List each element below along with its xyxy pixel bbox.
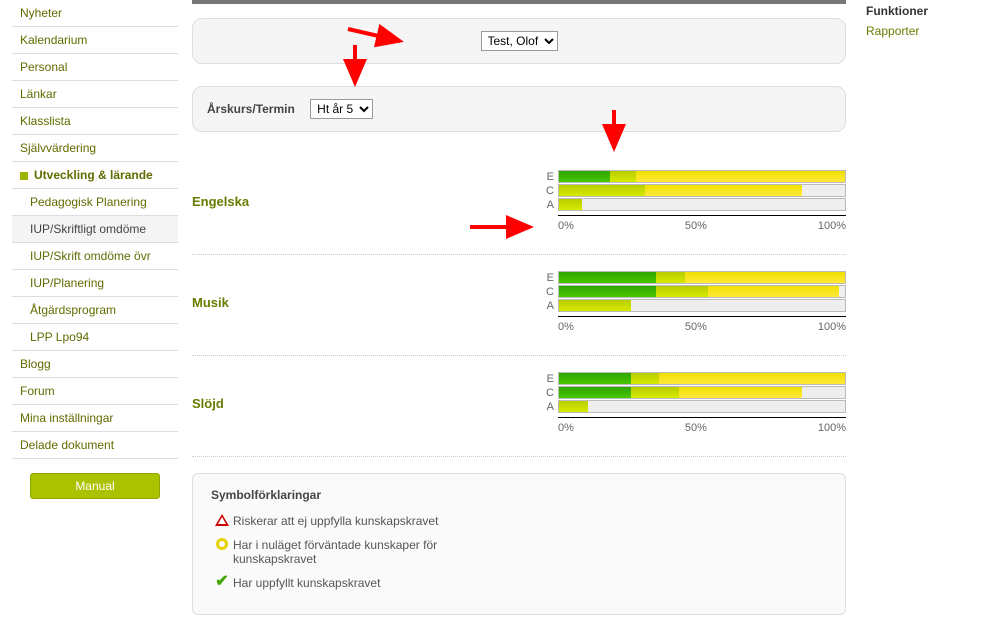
sidebar-item-6[interactable]: Utveckling & lärande [12, 162, 178, 189]
sidebar-item-0[interactable]: Nyheter [12, 0, 178, 27]
subject-chart: ECA0% 50% 100% [542, 170, 846, 232]
bar-row-label: C [542, 387, 558, 399]
legend-risk-text: Riskerar att ej uppfylla kunskapskravet [233, 514, 438, 528]
subject-name[interactable]: Slöjd [192, 396, 362, 411]
reports-link[interactable]: Rapporter [866, 24, 919, 38]
sidebar-item-1[interactable]: Kalendarium [12, 27, 178, 54]
bar-track [558, 386, 846, 399]
circle-icon [211, 538, 233, 550]
legend-expect-text: Har i nuläget förväntade kunskaper för k… [233, 538, 493, 566]
bar-row-label: C [542, 185, 558, 197]
axis-tick: 50% [685, 220, 707, 232]
manual-button[interactable]: Manual [30, 473, 160, 499]
subject-chart: ECA0% 50% 100% [542, 271, 846, 333]
functions-heading: Funktioner [866, 4, 976, 18]
student-select-panel: Test, Olof [192, 18, 846, 64]
main-content: Test, Olof Årskurs/Termin Ht år 5 Engels… [182, 0, 856, 615]
term-label: Årskurs/Termin [207, 102, 295, 116]
bar-track [558, 400, 846, 413]
axis-tick: 0% [558, 321, 574, 333]
subject-name[interactable]: Engelska [192, 194, 362, 209]
bar-row-label: A [542, 300, 558, 312]
sidebar-item-8[interactable]: IUP/Skriftligt omdöme [12, 216, 178, 243]
bar-track [558, 198, 846, 211]
subject-chart: ECA0% 50% 100% [542, 372, 846, 434]
subject-row: Slöjd ECA0% 50% 100% [192, 356, 846, 457]
sidebar-item-13[interactable]: Blogg [12, 351, 178, 378]
axis-tick: 100% [818, 321, 846, 333]
sidebar-item-14[interactable]: Forum [12, 378, 178, 405]
bar-track [558, 184, 846, 197]
sidebar-item-15[interactable]: Mina inställningar [12, 405, 178, 432]
right-sidebar: Funktioner Rapporter [856, 0, 986, 615]
sidebar-item-16[interactable]: Delade dokument [12, 432, 178, 459]
legend-pass-text: Har uppfyllt kunskapskravet [233, 576, 380, 590]
bar-row-label: A [542, 401, 558, 413]
left-sidebar: NyheterKalendariumPersonalLänkarKlasslis… [0, 0, 182, 615]
bar-track [558, 170, 846, 183]
sidebar-item-3[interactable]: Länkar [12, 81, 178, 108]
subject-row: Engelska ECA0% 50% 100% [192, 154, 846, 255]
bar-track [558, 372, 846, 385]
bar-row-label: A [542, 199, 558, 211]
axis-tick: 100% [818, 220, 846, 232]
check-icon: ✔ [211, 576, 233, 588]
axis-tick: 0% [558, 422, 574, 434]
sidebar-item-10[interactable]: IUP/Planering [12, 270, 178, 297]
sidebar-item-7[interactable]: Pedagogisk Planering [12, 189, 178, 216]
sidebar-item-4[interactable]: Klasslista [12, 108, 178, 135]
sidebar-item-11[interactable]: Åtgärdsprogram [12, 297, 178, 324]
student-select[interactable]: Test, Olof [481, 31, 558, 51]
sidebar-item-9[interactable]: IUP/Skrift omdöme övr [12, 243, 178, 270]
bar-track [558, 299, 846, 312]
legend-heading: Symbolförklaringar [211, 488, 827, 502]
bar-row-label: E [542, 171, 558, 183]
warning-triangle-icon [211, 514, 233, 526]
axis-tick: 0% [558, 220, 574, 232]
bar-track [558, 285, 846, 298]
legend-panel: Symbolförklaringar Riskerar att ej uppfy… [192, 473, 846, 615]
bar-track [558, 271, 846, 284]
axis-tick: 50% [685, 422, 707, 434]
term-filter-panel: Årskurs/Termin Ht år 5 [192, 86, 846, 132]
sidebar-item-12[interactable]: LPP Lpo94 [12, 324, 178, 351]
bar-row-label: E [542, 272, 558, 284]
bar-row-label: C [542, 286, 558, 298]
subject-name[interactable]: Musik [192, 295, 362, 310]
axis-tick: 50% [685, 321, 707, 333]
sidebar-item-2[interactable]: Personal [12, 54, 178, 81]
axis-tick: 100% [818, 422, 846, 434]
sidebar-item-5[interactable]: Självvärdering [12, 135, 178, 162]
bar-row-label: E [542, 373, 558, 385]
subject-row: Musik ECA0% 50% 100% [192, 255, 846, 356]
term-select[interactable]: Ht år 5 [310, 99, 373, 119]
